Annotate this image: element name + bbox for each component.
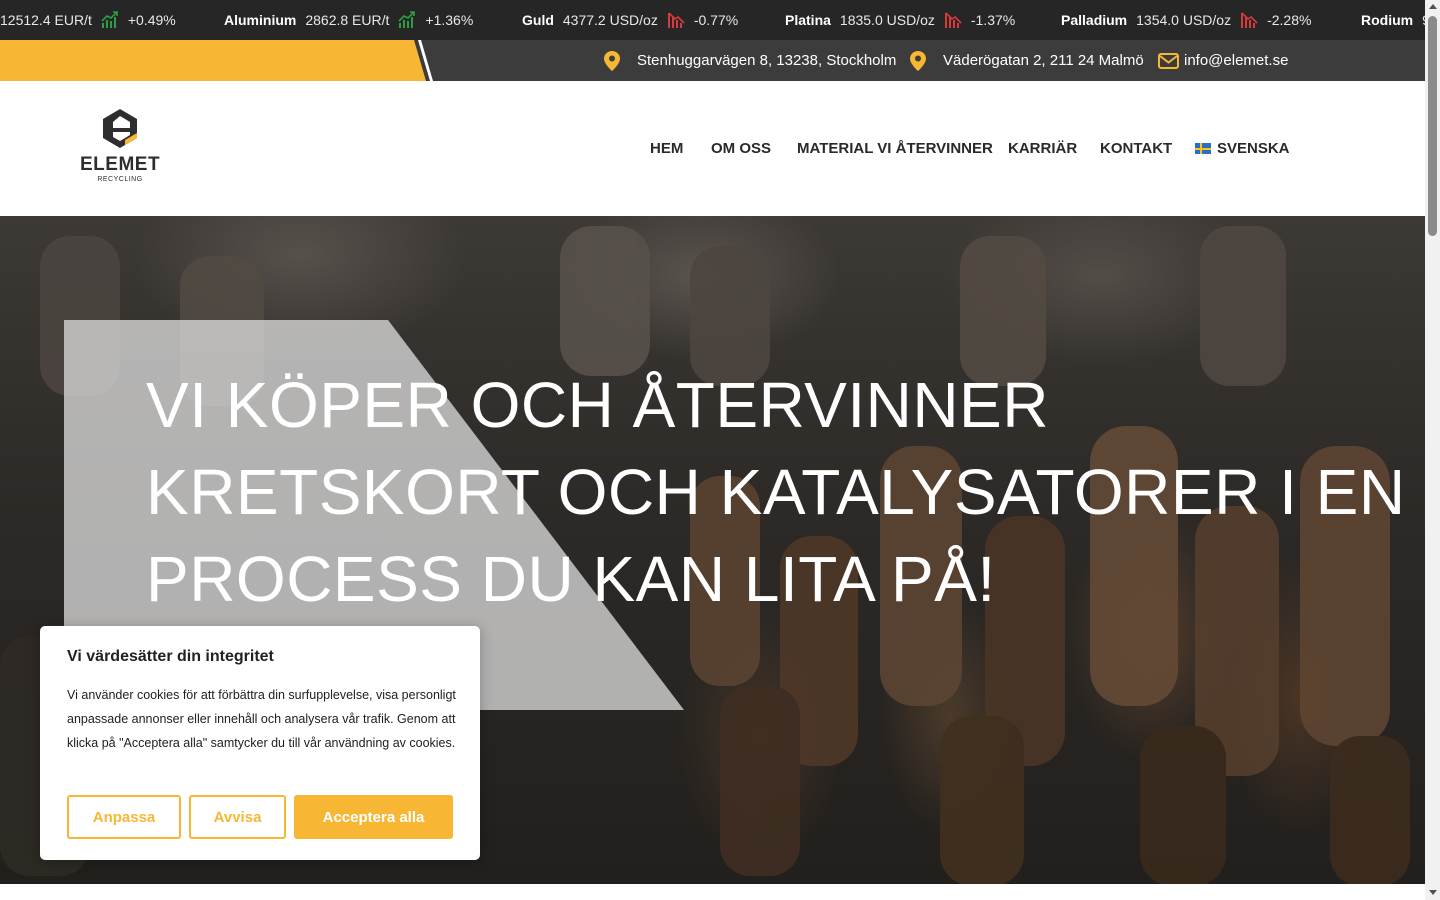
ticker-change: -2.28% bbox=[1267, 12, 1312, 28]
cookie-consent-dialog: Vi värdesätter din integritet Vi använde… bbox=[40, 626, 480, 860]
ticker-item: Aluminium 2862.8 EUR/t +1.36% bbox=[224, 0, 473, 40]
address-label: Väderögatan 2, 211 24 Malmö bbox=[943, 52, 1144, 69]
customize-button[interactable]: Anpassa bbox=[67, 795, 181, 839]
ticker-name: Rodium bbox=[1361, 12, 1414, 28]
ticker-price: 1354.0 USD/oz bbox=[1136, 12, 1232, 28]
trend-down-icon bbox=[944, 12, 962, 28]
price-ticker: 12512.4 EUR/t +0.49% Aluminium 2862.8 EU… bbox=[0, 0, 1425, 40]
ticker-name: Aluminium bbox=[224, 12, 297, 28]
accept-all-button[interactable]: Acceptera alla bbox=[294, 795, 453, 839]
language-label: SVENSKA bbox=[1217, 140, 1290, 157]
ticker-change: -0.77% bbox=[693, 12, 739, 28]
trend-down-icon bbox=[667, 12, 685, 28]
site-header: ELEMET RECYCLING HEM OM OSS MATERIAL VI … bbox=[0, 81, 1425, 216]
ticker-item: Palladium 1354.0 USD/oz -2.28% bbox=[1061, 0, 1311, 40]
ticker-item: 12512.4 EUR/t +0.49% bbox=[0, 0, 176, 40]
nav-item-material[interactable]: MATERIAL VI ÅTERVINNER bbox=[797, 81, 993, 216]
trend-down-icon bbox=[1241, 12, 1258, 28]
nav-item-hem[interactable]: HEM bbox=[650, 81, 683, 216]
ticker-name: Guld bbox=[522, 12, 554, 28]
accent-stripe bbox=[0, 40, 433, 81]
ticker-price: 12512.4 EUR/t bbox=[0, 12, 92, 28]
trend-up-icon bbox=[101, 11, 118, 28]
nav-label: KARRIÄR bbox=[1008, 140, 1078, 157]
ticker-price: 4377.2 USD/oz bbox=[562, 12, 658, 28]
logo-mark-icon bbox=[103, 109, 137, 148]
ticker-price: 2862.8 EUR/t bbox=[305, 12, 390, 28]
language-switcher[interactable]: SVENSKA bbox=[1195, 81, 1290, 216]
ticker-item: Rodium 9 bbox=[1361, 0, 1425, 40]
nav-label: HEM bbox=[650, 140, 684, 157]
nav-item-kontakt[interactable]: KONTAKT bbox=[1100, 81, 1172, 216]
ticker-name: Platina bbox=[785, 12, 831, 28]
mail-icon bbox=[1158, 52, 1179, 69]
cookie-title: Vi värdesätter din integritet bbox=[67, 648, 274, 665]
ticker-change: -1.37% bbox=[970, 12, 1016, 28]
hero-headline-line: PROCESS DU KAN LITA PÅ! bbox=[146, 543, 996, 615]
address-label: Stenhuggarvägen 8, 13238, Stockholm bbox=[637, 52, 897, 69]
logo-subtitle: RECYCLING bbox=[97, 176, 143, 183]
hero-headline: VI KÖPER OCH ÅTERVINNER KRETSKORT OCH KA… bbox=[146, 362, 1406, 623]
email-label: info@elemet.se bbox=[1184, 52, 1289, 69]
nav-label: MATERIAL VI ÅTERVINNER bbox=[797, 140, 993, 157]
nav-item-om-oss[interactable]: OM OSS bbox=[711, 81, 771, 216]
ticker-item: Platina 1835.0 USD/oz -1.37% bbox=[785, 0, 1015, 40]
trend-up-icon bbox=[398, 11, 416, 28]
nav-label: OM OSS bbox=[711, 140, 772, 157]
nav-label: KONTAKT bbox=[1100, 140, 1173, 157]
logo-word: ELEMET bbox=[80, 154, 161, 175]
reject-button[interactable]: Avvisa bbox=[189, 795, 286, 839]
hero-headline-line: VI KÖPER OCH ÅTERVINNER bbox=[146, 369, 1049, 441]
hero-headline-line: KRETSKORT OCH KATALYSATORER I EN bbox=[146, 456, 1406, 528]
address-stockholm[interactable]: Stenhuggarvägen 8, 13238, Stockholm bbox=[604, 40, 896, 81]
nav-item-karriar[interactable]: KARRIÄR bbox=[1008, 81, 1077, 216]
ticker-price: 1835.0 USD/oz bbox=[839, 12, 935, 28]
cookie-text: Vi använder cookies för att förbättra di… bbox=[67, 688, 456, 750]
ticker-change: +1.36% bbox=[425, 12, 474, 28]
scroll-up-arrow-icon[interactable] bbox=[1429, 4, 1437, 9]
ticker-name: Palladium bbox=[1061, 12, 1128, 28]
address-malmo[interactable]: Väderögatan 2, 211 24 Malmö bbox=[910, 40, 1144, 81]
map-pin-icon bbox=[910, 50, 926, 71]
top-contact-bar: Stenhuggarvägen 8, 13238, Stockholm Väde… bbox=[0, 40, 1425, 81]
scroll-thumb[interactable] bbox=[1428, 16, 1437, 236]
ticker-item: Guld 4377.2 USD/oz -0.77% bbox=[522, 0, 738, 40]
email-link[interactable]: info@elemet.se bbox=[1158, 40, 1288, 81]
swedish-flag-icon bbox=[1195, 143, 1211, 154]
map-pin-icon bbox=[604, 50, 620, 71]
ticker-change: +0.49% bbox=[127, 12, 176, 28]
logo[interactable]: ELEMET RECYCLING bbox=[80, 107, 160, 187]
scroll-down-arrow-icon[interactable] bbox=[1429, 890, 1437, 895]
page-scrollbar[interactable] bbox=[1425, 0, 1440, 900]
